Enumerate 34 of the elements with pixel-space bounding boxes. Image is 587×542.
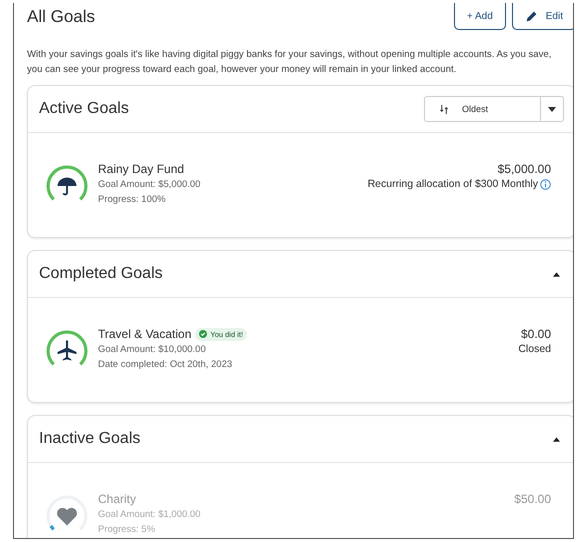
caret-icon — [548, 106, 556, 112]
goal-name: Rainy Day Fund — [98, 161, 184, 177]
sort-dropdown[interactable]: Oldest — [424, 96, 564, 122]
section-title: Inactive Goals — [39, 430, 140, 448]
edit-button[interactable]: Edit — [512, 3, 573, 30]
goal-detail: Progress: 5% — [98, 523, 156, 537]
progress-gauge — [46, 496, 88, 530]
heart-icon — [57, 508, 77, 526]
page-title: All Goals — [27, 7, 96, 27]
goal-detail: Progress: 100% — [98, 193, 167, 207]
goal-detail: Date completed: Oct 20th, 2023 — [98, 358, 234, 372]
goal-detail: Goal Amount: $5,000.00 — [98, 178, 202, 192]
progress-gauge — [46, 330, 88, 366]
goal-balance: $50.00 — [514, 491, 551, 507]
pencil-icon — [524, 10, 538, 22]
airplane-icon — [58, 340, 76, 360]
add-button[interactable]: + Add — [454, 3, 506, 30]
goal-balance: $5,000.00 — [498, 161, 551, 177]
sort-icon — [439, 104, 450, 114]
umbrella-icon — [58, 178, 76, 196]
goal-detail: Goal Amount: $10,000.00 — [98, 343, 207, 357]
goal-status: Closed — [518, 342, 551, 357]
progress-gauge — [46, 166, 88, 200]
collapse-caret-icon[interactable] — [553, 436, 560, 442]
collapse-caret-icon[interactable] — [553, 272, 560, 276]
goal-name: Travel & Vacation — [98, 326, 192, 342]
goal-balance: $0.00 — [520, 326, 551, 342]
info-icon[interactable] — [540, 179, 551, 190]
goal-name: Charity — [98, 491, 136, 507]
description: With your savings goals it's like having digital piggy banks for your savings, without opening multiple accounts. As you save, you can see your progress toward each goal, however your money will remain in your linked account. — [27, 48, 552, 77]
section-title: Completed Goals — [39, 265, 163, 283]
section-title: Active Goals — [39, 100, 129, 118]
goal-detail: Goal Amount: $1,000.00 — [98, 508, 202, 522]
goal-status: Recurring allocation of $300 Monthly — [368, 177, 538, 192]
